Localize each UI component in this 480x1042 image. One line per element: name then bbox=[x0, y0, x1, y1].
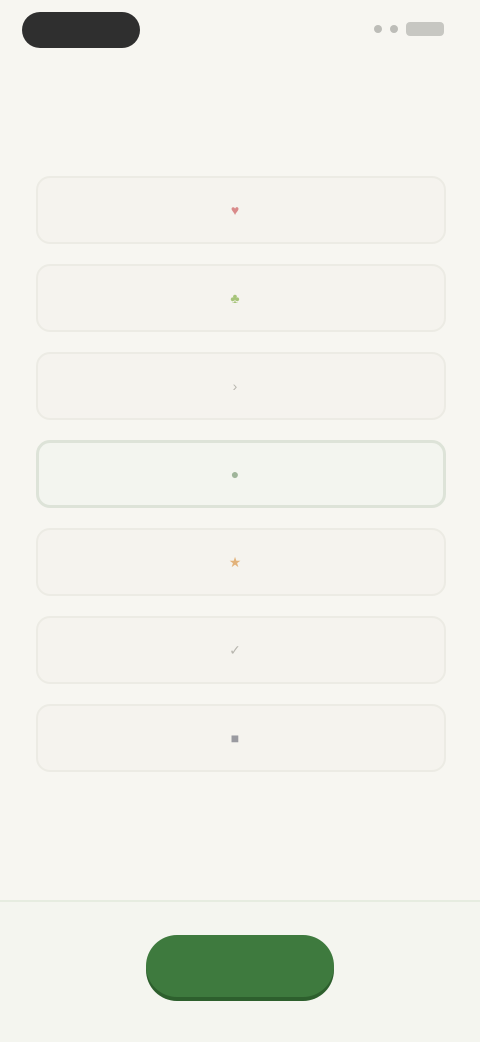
status-bar bbox=[0, 0, 480, 64]
star-icon: ★ bbox=[228, 553, 242, 570]
option-1[interactable]: ♥ bbox=[36, 176, 446, 244]
book-icon: ■ bbox=[230, 730, 240, 746]
option-3[interactable]: › bbox=[36, 352, 446, 420]
options-list: ♥ ♣ › ● ★ ✓ ■ bbox=[36, 176, 446, 792]
continue-button[interactable] bbox=[146, 935, 334, 997]
leaf-icon: ♣ bbox=[230, 290, 240, 306]
option-5[interactable]: ★ bbox=[36, 528, 446, 596]
check-icon: ✓ bbox=[229, 641, 241, 658]
option-2[interactable]: ♣ bbox=[36, 264, 446, 332]
battery-icon bbox=[406, 22, 444, 36]
option-4[interactable]: ● bbox=[36, 440, 446, 508]
status-icons bbox=[374, 22, 444, 36]
signal-icon bbox=[374, 25, 382, 33]
wifi-icon bbox=[390, 25, 398, 33]
arrow-icon: › bbox=[232, 378, 238, 394]
option-6[interactable]: ✓ bbox=[36, 616, 446, 684]
option-7[interactable]: ■ bbox=[36, 704, 446, 772]
people-icon: ● bbox=[230, 466, 240, 482]
heart-icon: ♥ bbox=[230, 202, 240, 218]
status-time-pill bbox=[22, 12, 140, 48]
